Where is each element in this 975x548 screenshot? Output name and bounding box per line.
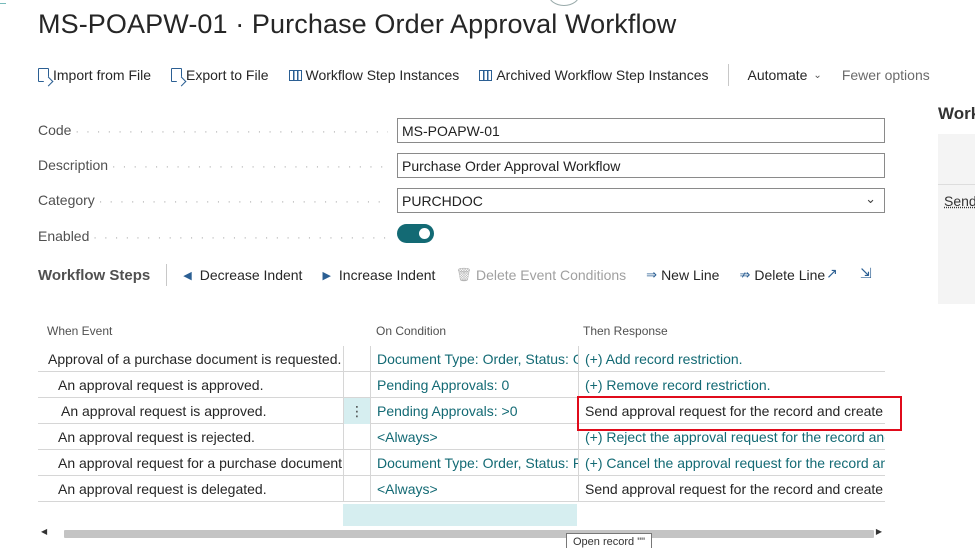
table-row[interactable]: An approval request is delegated. <Alway… — [38, 476, 885, 502]
archived-workflow-step-instances-label: Archived Workflow Step Instances — [496, 67, 709, 83]
export-to-file-button[interactable]: Export to File — [171, 67, 269, 83]
row-menu[interactable] — [343, 476, 371, 502]
response-cell[interactable]: (+) Remove record restriction. — [578, 372, 885, 398]
row-menu[interactable] — [343, 424, 371, 450]
event-cell[interactable]: An approval request for a purchase docum… — [38, 450, 343, 476]
automate-menu[interactable]: Automate ⌄ — [747, 67, 821, 83]
triangle-left-icon: ◀ — [183, 269, 192, 282]
event-cell[interactable]: Approval of a purchase document is reque… — [38, 346, 343, 372]
description-row: Description · · · · · · · · · · · · · · … — [38, 153, 885, 179]
highlight-box — [577, 396, 902, 431]
factbox-title: Work — [938, 104, 975, 123]
chevron-down-icon: ⌄ — [813, 69, 822, 81]
decrease-indent-button[interactable]: ◀ Decrease Indent — [183, 267, 302, 283]
triangle-right-icon: ▶ — [322, 269, 331, 282]
workflow-step-instances-button[interactable]: Workflow Step Instances — [288, 67, 460, 83]
row-menu[interactable] — [343, 346, 371, 372]
share-icon[interactable]: ↗ — [826, 266, 842, 280]
factbox-panel — [938, 134, 975, 304]
scroll-thumb[interactable] — [64, 530, 874, 538]
category-label: Category · · · · · · · · · · · · · · · ·… — [38, 192, 388, 208]
workflow-steps-toolbar: Workflow Steps ◀ Decrease Indent ▶ Incre… — [38, 264, 845, 286]
chevron-down-icon: ⌄ — [865, 191, 876, 206]
workflow-steps-title: Workflow Steps — [38, 266, 151, 284]
enabled-row: Enabled · · · · · · · · · · · · · · · · … — [38, 224, 885, 250]
code-field[interactable]: MS-POAPW-01 — [397, 118, 885, 143]
factbox-divider — [938, 184, 975, 185]
horizontal-scrollbar[interactable]: ◀ ▶ — [38, 527, 885, 541]
import-file-icon — [38, 68, 49, 82]
description-label: Description · · · · · · · · · · · · · · … — [38, 157, 388, 173]
table-row[interactable]: An approval request for a purchase docum… — [38, 450, 885, 476]
import-from-file-button[interactable]: Import from File — [38, 67, 151, 83]
scroll-left-icon[interactable]: ◀ — [41, 527, 47, 536]
delete-line-icon: ⇏ — [739, 267, 751, 282]
table-icon — [479, 69, 493, 81]
condition-cell[interactable]: Document Type: Order, Status: O... — [371, 346, 578, 372]
event-cell[interactable]: An approval request is rejected. — [38, 424, 343, 450]
action-bar: Import from File Export to File Workflow… — [38, 64, 950, 86]
event-cell[interactable]: An approval request is delegated. — [38, 476, 343, 502]
new-line-icon: ⇒ — [646, 267, 658, 282]
workflow-step-instances-label: Workflow Step Instances — [305, 67, 460, 83]
fewer-options-label: Fewer options — [841, 67, 930, 83]
delete-line-button[interactable]: ⇏ Delete Line — [739, 267, 825, 283]
description-field[interactable]: Purchase Order Approval Workflow — [397, 153, 885, 178]
increase-indent-label: Increase Indent — [338, 267, 436, 283]
table-icon — [288, 69, 302, 81]
category-value: PURCHDOC — [402, 193, 483, 209]
delete-event-conditions-button[interactable]: 🗑 Delete Event Conditions — [455, 267, 626, 283]
column-header-when-event[interactable]: When Event — [47, 324, 112, 338]
factbox-item[interactable]: Send — [944, 193, 975, 209]
table-row[interactable]: Approval of a purchase document is reque… — [38, 346, 885, 372]
code-label: Code · · · · · · · · · · · · · · · · · ·… — [38, 122, 388, 138]
top-left-mark — [0, 0, 6, 4]
condition-cell[interactable]: Document Type: Order, Status: P... — [371, 450, 578, 476]
new-line-label: New Line — [661, 267, 720, 283]
new-row-placeholder[interactable] — [343, 504, 577, 526]
page-title: MS-POAPW-01 · Purchase Order Approval Wo… — [38, 9, 677, 39]
trash-icon: 🗑 — [455, 267, 472, 282]
fewer-options-button[interactable]: Fewer options — [842, 67, 930, 83]
part-icons: ↗ ⇲ — [826, 266, 894, 280]
part-separator — [166, 264, 168, 286]
event-cell[interactable]: An approval request is approved. — [38, 398, 343, 424]
grid-header: When Event On Condition Then Response — [38, 318, 885, 344]
export-to-file-label: Export to File — [186, 67, 269, 83]
enabled-toggle[interactable] — [397, 224, 434, 243]
condition-cell[interactable]: Pending Approvals: 0 — [371, 372, 578, 398]
factbox-pane: Work Send — [938, 104, 975, 304]
row-menu-icon[interactable]: ⋮ — [343, 398, 371, 424]
enabled-label: Enabled · · · · · · · · · · · · · · · · … — [38, 228, 388, 244]
row-menu[interactable] — [343, 372, 371, 398]
delete-line-label: Delete Line — [754, 267, 826, 283]
expand-icon[interactable]: ⇲ — [860, 266, 876, 280]
event-cell[interactable]: An approval request is approved. — [38, 372, 343, 398]
response-cell[interactable]: (+) Add record restriction. — [578, 346, 885, 372]
export-file-icon — [171, 68, 183, 82]
table-row[interactable]: An approval request is approved. Pending… — [38, 372, 885, 398]
open-record-tooltip: Open record "" — [566, 533, 653, 548]
column-header-then-response[interactable]: Then Response — [583, 324, 668, 338]
increase-indent-button[interactable]: ▶ Increase Indent — [322, 267, 435, 283]
row-menu[interactable] — [343, 450, 371, 476]
new-line-button[interactable]: ⇒ New Line — [646, 267, 719, 283]
decrease-indent-label: Decrease Indent — [199, 267, 303, 283]
category-row: Category · · · · · · · · · · · · · · · ·… — [38, 188, 885, 214]
response-cell[interactable]: (+) Cancel the approval request for the … — [578, 450, 885, 476]
archived-workflow-step-instances-button[interactable]: Archived Workflow Step Instances — [479, 67, 708, 83]
response-cell[interactable]: Send approval request for the record and… — [578, 476, 885, 502]
code-row: Code · · · · · · · · · · · · · · · · · ·… — [38, 118, 885, 144]
condition-cell[interactable]: Pending Approvals: >0 — [371, 398, 578, 424]
automate-label: Automate — [747, 67, 808, 83]
action-separator — [728, 64, 730, 86]
import-from-file-label: Import from File — [53, 67, 152, 83]
column-header-on-condition[interactable]: On Condition — [376, 324, 446, 338]
top-circle-button[interactable] — [548, 0, 580, 6]
category-select[interactable]: PURCHDOC ⌄ — [397, 188, 885, 213]
condition-cell[interactable]: <Always> — [371, 476, 578, 502]
delete-event-conditions-label: Delete Event Conditions — [475, 267, 627, 283]
condition-cell[interactable]: <Always> — [371, 424, 578, 450]
scroll-right-icon[interactable]: ▶ — [876, 527, 882, 536]
